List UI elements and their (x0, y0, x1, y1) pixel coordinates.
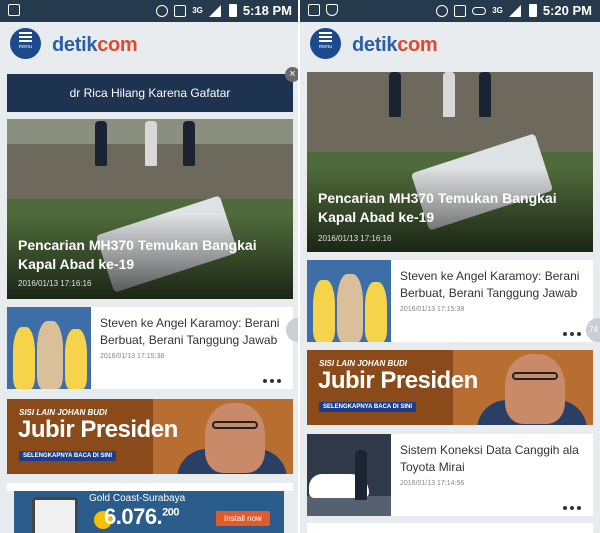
app-notification-icon (308, 4, 320, 16)
next-card-peek (307, 523, 593, 533)
article-thumbnail (7, 307, 91, 389)
article-card[interactable]: Steven ke Angel Karamoy: Berani Berbuat,… (7, 307, 293, 389)
phone-image (32, 497, 78, 533)
app-notification-icon (8, 4, 20, 16)
flight-ad-banner[interactable]: Gold Coast-Surabaya 6.076.200 Install no… (14, 491, 284, 533)
hero-article[interactable]: Pencarian MH370 Temukan Bangkai Kapal Ab… (307, 72, 593, 252)
detikcom-logo[interactable]: detikcom (352, 34, 438, 57)
status-bar: 3G 5:20 PM (300, 0, 600, 22)
app-header: menu detikcom (0, 22, 300, 72)
vpn-key-icon (472, 6, 487, 15)
menu-label: menu (18, 43, 33, 50)
clock: 5:20 PM (542, 3, 592, 18)
ad-headline: Jubir Presiden (18, 416, 178, 443)
next-card-peek (7, 483, 293, 491)
breaking-news-text: dr Rica Hilang Karena Gafatar (69, 86, 231, 100)
more-options-icon[interactable] (563, 506, 581, 510)
install-now-button[interactable]: Install now (216, 511, 270, 526)
app-header: menu detikcom (300, 22, 600, 72)
hamburger-icon (19, 35, 32, 38)
breaking-news-banner[interactable]: dr Rica Hilang Karena Gafatar (7, 74, 293, 112)
ad-price: 6.076.200 (104, 504, 180, 529)
comparison-screenshot: 3G 5:18 PM menu detikcom dr Rica Hilang … (0, 0, 600, 533)
article-title: Sistem Koneksi Data Canggih ala Toyota M… (400, 443, 579, 474)
hero-article[interactable]: Pencarian MH370 Temukan Bangkai Kapal Ab… (7, 119, 293, 299)
advertisement-banner[interactable]: SISI LAIN JOHAN BUDI Jubir Presiden SELE… (7, 399, 293, 474)
network-type: 3G (492, 6, 503, 15)
do-not-disturb-icon (436, 4, 449, 17)
article-timestamp: 2016/01/13 17:14:56 (400, 480, 465, 487)
vibrate-off-icon (454, 4, 467, 17)
do-not-disturb-icon (156, 4, 169, 17)
detikcom-logo[interactable]: detikcom (52, 34, 138, 57)
menu-label: menu (318, 43, 333, 50)
ad-cta: SELENGKAPNYA BACA DI SINI (319, 402, 417, 412)
menu-button[interactable]: menu (10, 28, 41, 59)
ad-headline: Jubir Presiden (318, 367, 478, 394)
vibrate-off-icon (174, 4, 187, 17)
hero-timestamp: 2016/01/13 17:16:16 (18, 279, 92, 288)
shield-icon (326, 4, 338, 16)
article-card[interactable]: Steven ke Angel Karamoy: Berani Berbuat,… (307, 260, 593, 342)
hero-title: Pencarian MH370 Temukan Bangkai Kapal Ab… (18, 237, 257, 272)
article-title: Steven ke Angel Karamoy: Berani Berbuat,… (400, 269, 580, 300)
ad-route: Gold Coast-Surabaya (89, 493, 186, 504)
status-bar: 3G 5:18 PM (0, 0, 300, 22)
article-card[interactable]: Sistem Koneksi Data Canggih ala Toyota M… (307, 434, 593, 516)
more-options-icon[interactable] (263, 379, 281, 383)
more-options-icon[interactable] (563, 332, 581, 336)
clock: 5:18 PM (242, 3, 292, 18)
battery-icon (228, 4, 237, 17)
hero-timestamp: 2016/01/13 17:16:16 (318, 234, 392, 243)
hamburger-icon (319, 35, 332, 38)
menu-button[interactable]: menu (310, 28, 341, 59)
article-timestamp: 2016/01/13 17:15:38 (100, 353, 165, 360)
signal-icon (208, 4, 223, 17)
article-thumbnail (307, 260, 391, 342)
article-timestamp: 2016/01/13 17:15:38 (400, 306, 465, 313)
ad-cta: SELENGKAPNYA BACA DI SINI (19, 451, 117, 461)
hero-title: Pencarian MH370 Temukan Bangkai Kapal Ab… (318, 190, 557, 225)
left-phone-screen: 3G 5:18 PM menu detikcom dr Rica Hilang … (0, 0, 300, 533)
article-thumbnail (307, 434, 391, 516)
article-title: Steven ke Angel Karamoy: Berani Berbuat,… (100, 316, 280, 347)
battery-icon (528, 4, 537, 17)
advertisement-banner[interactable]: SISI LAIN JOHAN BUDI Jubir Presiden SELE… (307, 350, 593, 425)
network-type: 3G (192, 6, 203, 15)
signal-icon (508, 4, 523, 17)
